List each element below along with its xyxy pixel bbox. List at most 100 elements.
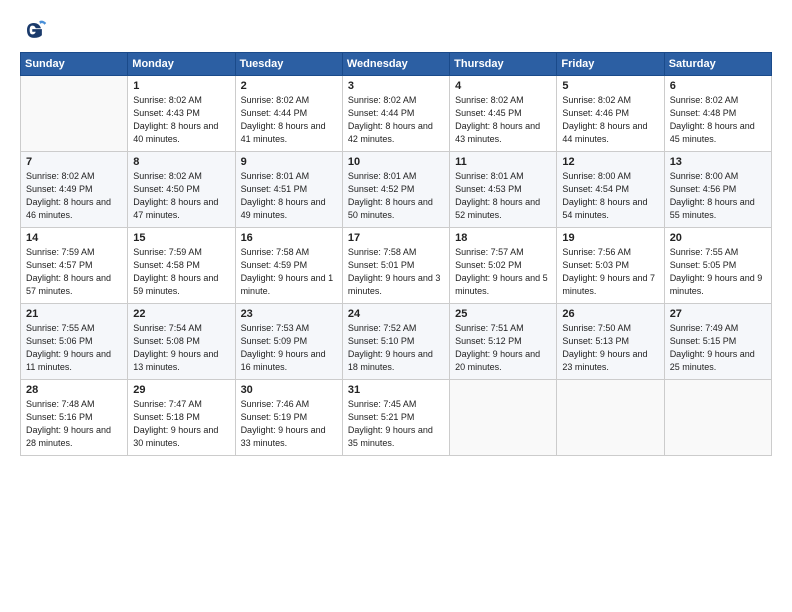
day-cell (557, 380, 664, 456)
logo-icon (20, 16, 48, 44)
day-cell: 28 Sunrise: 7:48 AMSunset: 5:16 PMDayligh… (21, 380, 128, 456)
sunrise-label: Sunrise: 8:01 AM (455, 171, 524, 181)
sunrise-label: Sunrise: 7:54 AM (133, 323, 202, 333)
sunset-label: Sunset: 4:53 PM (455, 184, 522, 194)
sunrise-label: Sunrise: 7:52 AM (348, 323, 417, 333)
day-number: 30 (241, 384, 337, 396)
sunrise-label: Sunrise: 7:48 AM (26, 399, 95, 409)
week-row-5: 28 Sunrise: 7:48 AMSunset: 5:16 PMDayligh… (21, 380, 772, 456)
sunrise-label: Sunrise: 8:02 AM (455, 95, 524, 105)
sunset-label: Sunset: 5:02 PM (455, 260, 522, 270)
day-number: 4 (455, 80, 551, 92)
daylight-label: Daylight: 9 hours and 5 minutes. (455, 273, 548, 296)
logo (20, 16, 52, 44)
day-info: Sunrise: 8:02 AMSunset: 4:44 PMDaylight:… (348, 94, 444, 146)
sunrise-label: Sunrise: 8:01 AM (241, 171, 310, 181)
daylight-label: Daylight: 8 hours and 57 minutes. (26, 273, 111, 296)
week-row-1: 1 Sunrise: 8:02 AMSunset: 4:43 PMDaylight… (21, 76, 772, 152)
day-cell: 8Sunrise: 8:02 AMSunset: 4:50 PMDaylight… (128, 152, 235, 228)
sunrise-label: Sunrise: 7:58 AM (241, 247, 310, 257)
sunrise-label: Sunrise: 7:50 AM (562, 323, 631, 333)
day-number: 22 (133, 308, 229, 320)
sunset-label: Sunset: 5:05 PM (670, 260, 737, 270)
day-header-tuesday: Tuesday (235, 53, 342, 76)
sunrise-label: Sunrise: 8:02 AM (241, 95, 310, 105)
daylight-label: Daylight: 9 hours and 1 minute. (241, 273, 334, 296)
sunset-label: Sunset: 4:44 PM (241, 108, 308, 118)
day-info: Sunrise: 7:59 AMSunset: 4:58 PMDaylight:… (133, 246, 229, 298)
sunset-label: Sunset: 5:18 PM (133, 412, 200, 422)
daylight-label: Daylight: 9 hours and 11 minutes. (26, 349, 111, 372)
sunrise-label: Sunrise: 7:46 AM (241, 399, 310, 409)
sunrise-label: Sunrise: 7:59 AM (133, 247, 202, 257)
daylight-label: Daylight: 8 hours and 45 minutes. (670, 121, 755, 144)
day-info: Sunrise: 7:55 AMSunset: 5:05 PMDaylight:… (670, 246, 766, 298)
day-number: 8 (133, 156, 229, 168)
sunset-label: Sunset: 5:19 PM (241, 412, 308, 422)
day-info: Sunrise: 7:49 AM Sunset: 5:15 PM Daylight:… (670, 322, 766, 374)
calendar-table: SundayMondayTuesdayWednesdayThursdayFrid… (20, 52, 772, 456)
day-header-saturday: Saturday (664, 53, 771, 76)
sunset-label: Sunset: 5:21 PM (348, 412, 415, 422)
day-cell: 7Sunrise: 8:02 AMSunset: 4:49 PMDaylight… (21, 152, 128, 228)
day-cell: 21Sunrise: 7:55 AMSunset: 5:06 PMDayligh… (21, 304, 128, 380)
day-number: 18 (455, 232, 551, 244)
sunrise-label: Sunrise: 7:49 AM (670, 323, 739, 333)
sunset-label: Sunset: 4:51 PM (241, 184, 308, 194)
day-info: Sunrise: 8:02 AMSunset: 4:46 PMDaylight:… (562, 94, 658, 146)
sunset-label: Sunset: 5:06 PM (26, 336, 93, 346)
day-info: Sunrise: 8:01 AMSunset: 4:52 PMDaylight:… (348, 170, 444, 222)
sunset-label: Sunset: 5:03 PM (562, 260, 629, 270)
day-info: Sunrise: 8:02 AMSunset: 4:43 PMDaylight:… (133, 94, 229, 146)
sunrise-label: Sunrise: 8:02 AM (26, 171, 95, 181)
daylight-label: Daylight: 9 hours and 13 minutes. (133, 349, 218, 372)
day-info: Sunrise: 7:48 AMSunset: 5:16 PMDaylight:… (26, 398, 122, 450)
daylight-label: Daylight: 9 hours and 18 minutes. (348, 349, 433, 372)
sunrise-label: Sunrise: 7:58 AM (348, 247, 417, 257)
day-number: 19 (562, 232, 658, 244)
day-info: Sunrise: 7:52 AMSunset: 5:10 PMDaylight:… (348, 322, 444, 374)
day-cell: 16Sunrise: 7:58 AMSunset: 4:59 PMDayligh… (235, 228, 342, 304)
daylight-label: Daylight: 8 hours and 50 minutes. (348, 197, 433, 220)
day-cell: 30Sunrise: 7:46 AMSunset: 5:19 PMDayligh… (235, 380, 342, 456)
day-number: 10 (348, 156, 444, 168)
daylight-label: Daylight: 9 hours and 30 minutes. (133, 425, 218, 448)
day-cell (664, 380, 771, 456)
daylight-label: Daylight: 9 hours and 9 minutes. (670, 273, 763, 296)
day-header-thursday: Thursday (450, 53, 557, 76)
sunrise-label: Sunrise: 7:57 AM (455, 247, 524, 257)
day-number: 11 (455, 156, 551, 168)
day-number: 3 (348, 80, 444, 92)
day-cell: 14Sunrise: 7:59 AMSunset: 4:57 PMDayligh… (21, 228, 128, 304)
sunset-label: Sunset: 5:09 PM (241, 336, 308, 346)
day-info: Sunrise: 7:46 AMSunset: 5:19 PMDaylight:… (241, 398, 337, 450)
sunset-label: Sunset: 4:46 PM (562, 108, 629, 118)
day-info: Sunrise: 8:02 AMSunset: 4:48 PMDaylight:… (670, 94, 766, 146)
day-number: 2 (241, 80, 337, 92)
day-number: 1 (133, 80, 229, 92)
day-info: Sunrise: 8:01 AM Sunset: 4:53 PM Daylight:… (455, 170, 551, 222)
sunrise-label: Sunrise: 7:47 AM (133, 399, 202, 409)
sunset-label: Sunset: 5:15 PM (670, 336, 737, 346)
daylight-label: Daylight: 8 hours and 40 minutes. (133, 121, 218, 144)
day-number: 14 (26, 232, 122, 244)
daylight-label: Daylight: 9 hours and 25 minutes. (670, 349, 755, 372)
sunrise-label: Sunrise: 8:01 AM (348, 171, 417, 181)
day-cell: 20Sunrise: 7:55 AMSunset: 5:05 PMDayligh… (664, 228, 771, 304)
day-info: Sunrise: 7:58 AMSunset: 4:59 PMDaylight:… (241, 246, 337, 298)
day-cell: 17Sunrise: 7:58 AMSunset: 5:01 PMDayligh… (342, 228, 449, 304)
daylight-label: Daylight: 8 hours and 52 minutes. (455, 197, 540, 220)
daylight-label: Daylight: 8 hours and 41 minutes. (241, 121, 326, 144)
day-cell: 11 Sunrise: 8:01 AM Sunset: 4:53 PM Dayligh… (450, 152, 557, 228)
day-info: Sunrise: 7:53 AMSunset: 5:09 PMDaylight:… (241, 322, 337, 374)
day-header-sunday: Sunday (21, 53, 128, 76)
day-number: 24 (348, 308, 444, 320)
day-info: Sunrise: 8:02 AM Sunset: 4:44 PM Daylight:… (241, 94, 337, 146)
day-number: 28 (26, 384, 122, 396)
day-info: Sunrise: 8:00 AMSunset: 4:56 PMDaylight:… (670, 170, 766, 222)
sunrise-label: Sunrise: 8:00 AM (562, 171, 631, 181)
page: SundayMondayTuesdayWednesdayThursdayFrid… (0, 0, 792, 612)
day-cell: 3 Sunrise: 8:02 AMSunset: 4:44 PMDaylight… (342, 76, 449, 152)
day-number: 27 (670, 308, 766, 320)
day-info: Sunrise: 7:45 AMSunset: 5:21 PMDaylight:… (348, 398, 444, 450)
